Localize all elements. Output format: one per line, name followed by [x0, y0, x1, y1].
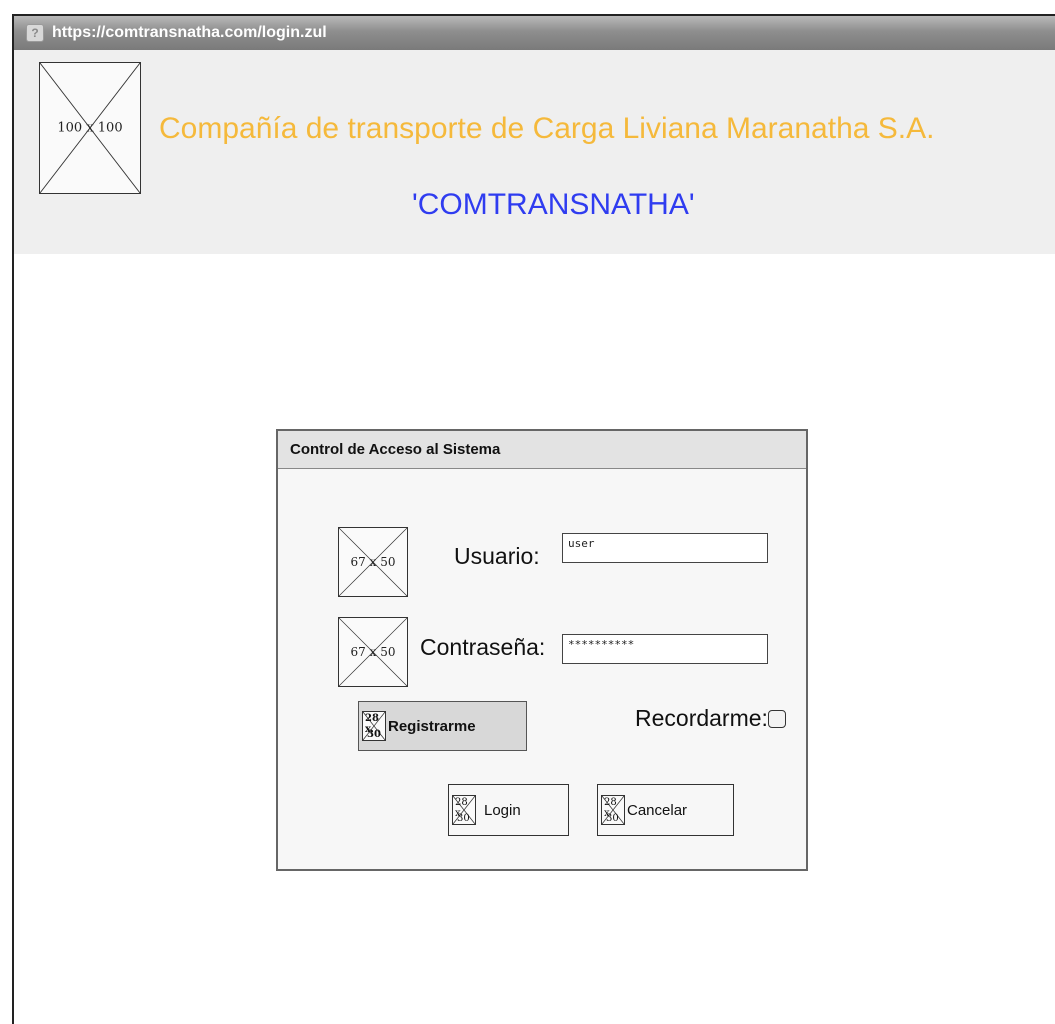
logo-placeholder-label: 100 x 100: [57, 120, 123, 136]
company-name: Compañía de transporte de Carga Liviana …: [159, 112, 935, 145]
title-bar: ? https://comtransnatha.com/login.zul ✕: [14, 16, 1055, 51]
password-icon-placeholder-label: 67 x 50: [350, 645, 396, 659]
logo-image-placeholder: 100 x 100: [39, 62, 141, 194]
company-abbreviation: 'COMTRANSNATHA': [412, 188, 695, 221]
login-dialog: Control de Acceso al Sistema 67 x 50 Usu…: [276, 429, 808, 871]
dialog-title: Control de Acceso al Sistema: [278, 431, 806, 469]
login-button-label: Login: [484, 801, 521, 819]
page-header: 100 x 100 Compañía de transporte de Carg…: [14, 50, 1055, 254]
register-button[interactable]: 28 x 30 Registrarme: [358, 701, 527, 751]
icon-size-label: 30: [367, 729, 381, 740]
username-field[interactable]: user: [562, 533, 768, 563]
password-icon-placeholder: 67 x 50: [338, 617, 408, 687]
user-icon-placeholder: 67 x 50: [338, 527, 408, 597]
cancel-button[interactable]: 28 x 30 Cancelar: [597, 784, 734, 836]
browser-window: ? https://comtransnatha.com/login.zul ✕ …: [12, 14, 1055, 1024]
login-button-icon-placeholder: 28 x 30: [452, 795, 476, 825]
remember-label: Recordarme:: [635, 705, 768, 731]
icon-size-label: 30: [457, 813, 470, 824]
cancel-button-icon-placeholder: 28 x 30: [601, 795, 625, 825]
login-button[interactable]: 28 x 30 Login: [448, 784, 569, 836]
password-label: Contraseña:: [420, 634, 546, 660]
cancel-button-label: Cancelar: [627, 801, 688, 819]
remember-checkbox[interactable]: [768, 710, 786, 728]
register-button-icon-placeholder: 28 x 30: [362, 711, 386, 741]
help-icon[interactable]: ?: [26, 24, 44, 42]
user-icon-placeholder-label: 67 x 50: [350, 555, 396, 569]
url-label: https://comtransnatha.com/login.zul: [52, 24, 327, 41]
register-button-label: Registrarme: [388, 717, 476, 735]
username-label: Usuario:: [454, 543, 540, 569]
password-field[interactable]: **********: [562, 634, 768, 664]
icon-size-label: 30: [606, 813, 619, 824]
